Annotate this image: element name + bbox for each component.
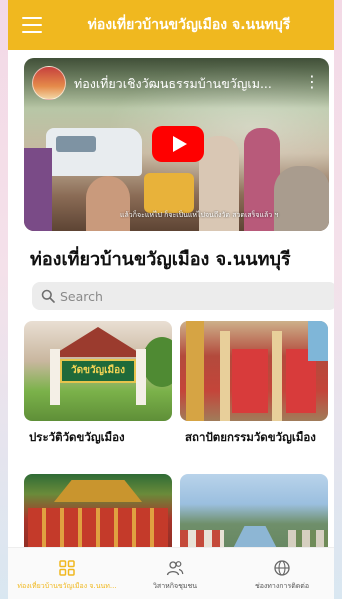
nav-label: ท่องเที่ยวบ้านขวัญเมือง จ.นนท... xyxy=(17,582,117,590)
globe-icon xyxy=(274,560,290,576)
card-image: วัดขวัญเมือง xyxy=(24,321,172,421)
video-thumbnail-car xyxy=(46,128,142,176)
nav-label: ช่องทางการติดต่อ xyxy=(254,582,310,590)
video-thumbnail-person xyxy=(24,148,52,231)
card-temple-architecture[interactable]: สถาปัตยกรรมวัดขวัญเมือง xyxy=(180,321,328,445)
video-subtitle: แล้วก็จะแห่ไป ก็จะเป็นแห่ไปจนถึงวัด สวดเ… xyxy=(120,211,279,219)
search-input[interactable] xyxy=(60,282,330,310)
grid-icon xyxy=(59,560,75,576)
search-bar[interactable] xyxy=(32,282,334,310)
nav-label: วิสาหกิจชุมชน xyxy=(153,582,197,590)
card-label: ประวัติวัดขวัญเมือง xyxy=(29,430,125,444)
nav-item-contact[interactable]: ช่องทางการติดต่อ xyxy=(234,548,330,599)
card-temple-history[interactable]: วัดขวัญเมือง ประวัติวัดขวัญเมือง xyxy=(24,321,172,445)
app-title: ท่องเที่ยวบ้านขวัญเมือง จ.นนทบุรี xyxy=(87,17,291,33)
video-thumbnail-offering xyxy=(144,173,194,213)
search-icon xyxy=(41,289,55,303)
bottom-navigation: ท่องเที่ยวบ้านขวัญเมือง จ.นนท... วิสาหกิ… xyxy=(8,547,334,599)
video-title[interactable]: ท่องเที่ยวเชิงวัฒนธรรมบ้านขวัญเม... xyxy=(74,74,296,92)
temple-sign-text: วัดขวัญเมือง xyxy=(71,365,125,376)
card-label: สถาปัตยกรรมวัดขวัญเมือง xyxy=(185,430,316,444)
app-screen: ท่องเที่ยวบ้านขวัญเมือง จ.นนทบุรี ท่องเท… xyxy=(8,0,334,599)
video-thumbnail-person xyxy=(86,176,130,231)
hamburger-menu-icon[interactable] xyxy=(22,17,42,33)
channel-avatar[interactable] xyxy=(32,66,66,100)
nav-item-community-enterprise[interactable]: วิสาหกิจชุมชน xyxy=(132,548,218,599)
section-title: ท่องเที่ยวบ้านขวัญเมือง จ.นนทบุรี xyxy=(30,249,291,270)
youtube-play-icon[interactable] xyxy=(152,126,204,162)
app-bar: ท่องเที่ยวบ้านขวัญเมือง จ.นนทบุรี xyxy=(8,0,334,50)
video-player[interactable]: ท่องเที่ยวเชิงวัฒนธรรมบ้านขวัญเม... ⋮ แล… xyxy=(24,58,329,231)
card-image xyxy=(180,321,328,421)
nav-item-tourism[interactable]: ท่องเที่ยวบ้านขวัญเมือง จ.นนท... xyxy=(12,548,122,599)
more-vertical-icon[interactable]: ⋮ xyxy=(304,71,320,93)
people-icon xyxy=(166,561,184,576)
